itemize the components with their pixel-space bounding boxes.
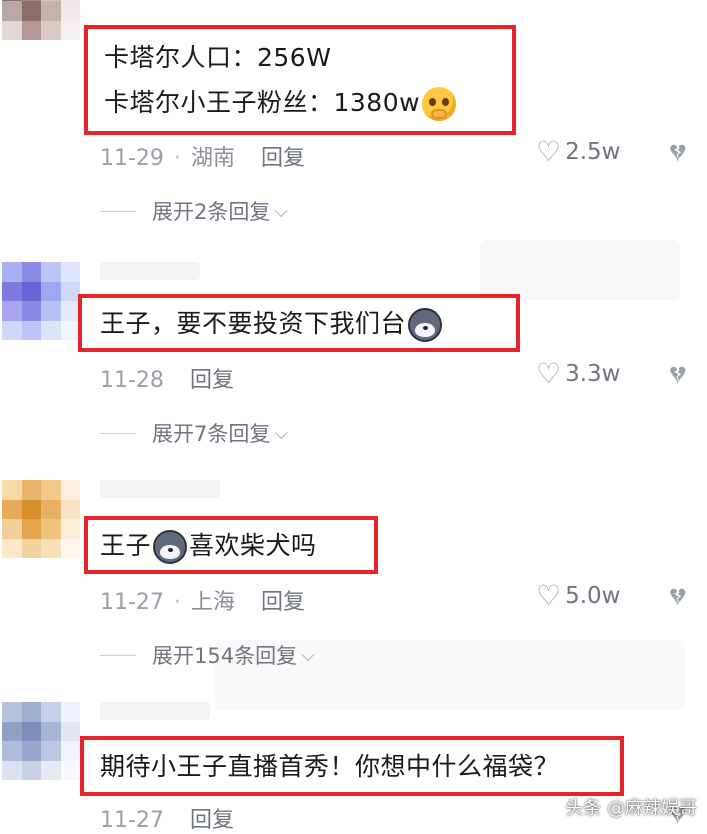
chevron-down-icon: ⌵ bbox=[274, 422, 289, 444]
heart-outline-icon: ♡ bbox=[536, 579, 562, 612]
comment-text: 卡塔尔小王子粉丝：1380w bbox=[104, 87, 458, 121]
avatar[interactable] bbox=[2, 262, 80, 340]
divider-line bbox=[100, 210, 136, 212]
like-count: 5.0w bbox=[565, 583, 621, 609]
husky-dog-emoji bbox=[153, 530, 188, 564]
like-count: 2.5w bbox=[565, 139, 621, 165]
like-button[interactable]: ♡ 3.3w bbox=[536, 360, 621, 388]
comment-text: 王子，要不要投资下我们台 bbox=[100, 308, 444, 342]
comment-date: 11-29 bbox=[100, 146, 164, 171]
broken-heart-icon[interactable]: 💔︎ bbox=[670, 140, 686, 166]
comment-date: 11-27 bbox=[100, 808, 164, 833]
expand-replies-button[interactable]: 展开7条回复 ⌵ bbox=[100, 418, 288, 448]
comment-date: 11-28 bbox=[100, 368, 164, 393]
highlight-box: 王子，要不要投资下我们台 bbox=[78, 294, 520, 352]
comment-meta: 11-28 回复 bbox=[100, 362, 234, 394]
heart-outline-icon: ♡ bbox=[536, 357, 562, 390]
avatar[interactable] bbox=[2, 480, 80, 558]
divider-line bbox=[100, 654, 136, 656]
comment-text-fragment: 王子，要不要投资下我们台 bbox=[100, 309, 407, 338]
comment-text-fragment: 王子 bbox=[100, 531, 152, 560]
username-blurred[interactable] bbox=[100, 262, 200, 280]
husky-dog-emoji bbox=[408, 308, 443, 342]
like-button[interactable]: ♡ 2.5w bbox=[536, 138, 621, 166]
chevron-down-icon: ⌵ bbox=[274, 200, 289, 222]
shy-face-emoji bbox=[422, 87, 457, 121]
comment-location: 湖南 bbox=[190, 146, 235, 171]
comment-meta: 11-27 回复 bbox=[100, 802, 234, 834]
highlight-box: 期待小王子直播首秀！你想中什么福袋？ bbox=[80, 736, 624, 796]
highlight-box: 王子 喜欢柴犬吗 bbox=[84, 516, 378, 574]
comment-meta: 11-29 · 湖南 回复 bbox=[100, 140, 305, 172]
heart-outline-icon: ♡ bbox=[536, 135, 562, 168]
like-count: 3.3w bbox=[565, 361, 621, 387]
username-blurred[interactable] bbox=[100, 702, 210, 720]
expand-replies-label: 展开2条回复 bbox=[152, 200, 271, 224]
comment-item: 卡塔尔人口：256W 卡塔尔小王子粉丝：1380w 11-29 · 湖南 回复 ♡ 2.… bbox=[0, 0, 707, 240]
comment-text-fragment: 喜欢柴犬吗 bbox=[189, 531, 317, 560]
broken-heart-icon[interactable]: 💔︎ bbox=[670, 584, 686, 610]
divider-line bbox=[100, 432, 136, 434]
separator-dot: · bbox=[173, 590, 181, 615]
comment-text: 期待小王子直播首秀！你想中什么福袋？ bbox=[100, 752, 560, 781]
reply-button[interactable]: 回复 bbox=[261, 146, 305, 171]
expand-replies-button[interactable]: 展开154条回复 ⌵ bbox=[100, 640, 315, 670]
comment-item: 王子，要不要投资下我们台 11-28 回复 ♡ 3.3w 💔︎ 展开7条回复 ⌵ bbox=[0, 256, 707, 456]
reply-button[interactable]: 回复 bbox=[190, 368, 234, 393]
reply-button[interactable]: 回复 bbox=[190, 808, 234, 833]
broken-heart-icon[interactable]: 💔︎ bbox=[670, 362, 686, 388]
expand-replies-button[interactable]: 展开2条回复 ⌵ bbox=[100, 196, 288, 226]
expand-replies-label: 展开7条回复 bbox=[152, 422, 271, 446]
comment-text-fragment: 卡塔尔小王子粉丝：1380w bbox=[104, 88, 421, 117]
avatar[interactable] bbox=[2, 702, 80, 780]
highlight-box: 卡塔尔人口：256W 卡塔尔小王子粉丝：1380w bbox=[84, 25, 516, 135]
reply-button[interactable]: 回复 bbox=[261, 590, 305, 615]
comment-location: 上海 bbox=[190, 590, 235, 615]
comment-item: 王子 喜欢柴犬吗 11-27 · 上海 回复 ♡ 5.0w 💔︎ 展开154条回复 ⌵ bbox=[0, 478, 707, 678]
comment-meta: 11-27 · 上海 回复 bbox=[100, 584, 305, 616]
comment-text: 卡塔尔人口：256W bbox=[104, 43, 332, 72]
like-button[interactable]: ♡ 5.0w bbox=[536, 582, 621, 610]
username-blurred[interactable] bbox=[100, 480, 220, 498]
watermark: 头条 @麻辣娱哥 bbox=[565, 798, 697, 819]
separator-dot: · bbox=[173, 146, 181, 171]
expand-replies-label: 展开154条回复 bbox=[152, 644, 298, 668]
comment-text: 王子 喜欢柴犬吗 bbox=[100, 530, 317, 564]
comment-date: 11-27 bbox=[100, 590, 164, 615]
avatar[interactable] bbox=[2, 0, 80, 40]
chevron-down-icon: ⌵ bbox=[301, 644, 315, 666]
